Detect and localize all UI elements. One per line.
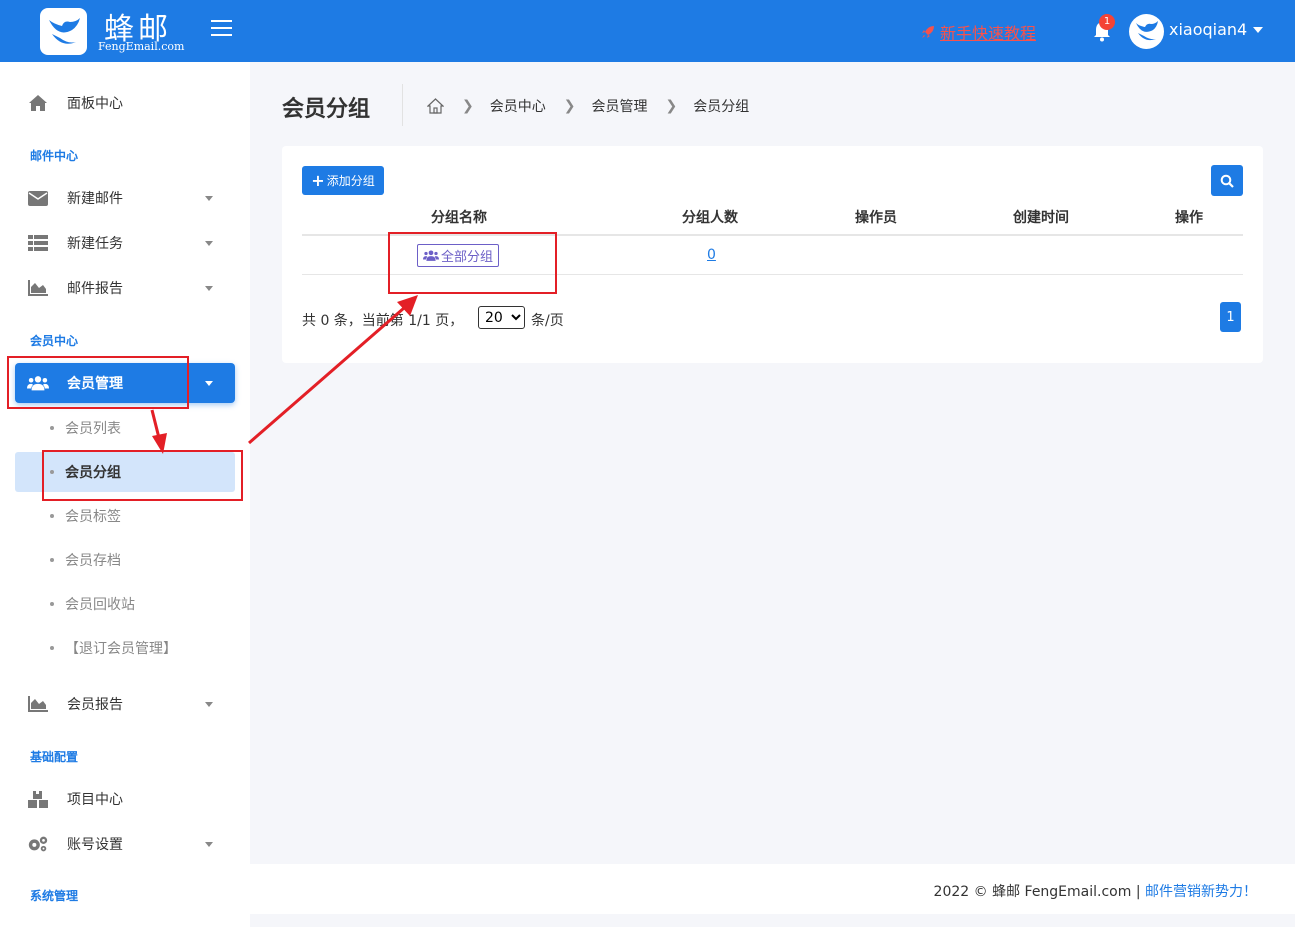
home-icon [27,93,49,113]
sidebar-subitem-member-recycle[interactable]: 会员回收站 [15,584,235,624]
sidebar-item-label: 新建邮件 [67,191,123,207]
user-menu[interactable]: xiaoqian4 [1169,20,1264,39]
add-group-button[interactable]: + 添加分组 [302,166,384,195]
sidebar-item-label: 会员报告 [67,697,123,713]
bullet-icon [50,426,54,430]
sidebar-subitem-label: 会员列表 [65,421,121,437]
brand-domain: FengEmail.com [98,40,185,53]
tutorial-link[interactable]: 新手快速教程 [920,20,1036,44]
top-bar: 蜂邮 FengEmail.com 新手快速教程 1 xiaoqian4 [0,0,1295,62]
pagination-summary: 共 0 条，当前第 1/1 页， [302,313,464,329]
breadcrumb-item: 会员分组 [693,99,750,115]
area-chart-icon [27,694,49,714]
sidebar-item-label: 面板中心 [67,96,123,112]
bullet-icon [50,514,54,518]
plus-icon: + [311,170,325,190]
avatar[interactable] [1129,14,1164,49]
bullet-icon [50,646,54,650]
section-title-member: 会员中心 [30,334,79,348]
list-icon [27,233,49,253]
chevron-down-icon [205,285,213,291]
sidebar-subitem-label: 会员回收站 [65,597,135,613]
breadcrumb: ❯ 会员中心 ❯ 会员管理 ❯ 会员分组 [427,96,749,116]
section-title-basic: 基础配置 [30,750,79,764]
add-group-label: 添加分组 [326,174,375,188]
footer-slogan: 邮件营销新势力！ [1145,884,1257,900]
chevron-down-icon [1253,26,1264,33]
column-header-name: 分组名称 [431,210,487,226]
username-label: xiaoqian4 [1169,20,1248,39]
page-size-select[interactable]: 20 [478,306,525,329]
column-header-created: 创建时间 [1013,210,1069,226]
page-button[interactable]: 1 [1220,302,1241,332]
sidebar-item-new-mail[interactable]: 新建邮件 [15,178,235,218]
bullet-icon [50,558,54,562]
sidebar-subitem-unsubscribe[interactable]: 【退订会员管理】 [15,628,235,668]
chevron-right-icon: ❯ [665,98,678,114]
chevron-down-icon [205,195,213,201]
section-title-mail: 邮件中心 [30,149,79,163]
sidebar-item-account-settings[interactable]: 账号设置 [15,824,235,864]
section-title-system: 系统管理 [30,889,79,903]
cubes-icon [27,789,49,809]
menu-toggle-icon[interactable] [211,20,233,40]
area-chart-icon [27,278,49,298]
page-title: 会员分组 [282,97,371,122]
sidebar-subitem-member-tag[interactable]: 会员标签 [15,496,235,536]
annotation-box-member-manage [7,356,189,409]
bullet-icon [50,602,54,606]
sidebar-subitem-label: 会员标签 [65,509,121,525]
sidebar-item-mail-report[interactable]: 邮件报告 [15,268,235,308]
footer-copyright: 2022 © 蜂邮 FengEmail.com | [933,884,1145,900]
sidebar-subitem-member-list[interactable]: 会员列表 [15,408,235,448]
chevron-right-icon: ❯ [563,98,576,114]
envelope-icon [27,188,49,208]
pagination-unit: 条/页 [531,313,564,329]
chevron-down-icon [205,841,213,847]
breadcrumb-item[interactable]: 会员中心 [490,96,546,116]
sidebar-item-project-center[interactable]: 项目中心 [15,779,235,819]
sidebar-item-label: 邮件报告 [67,281,123,297]
home-icon[interactable] [427,98,444,114]
footer-text: 2022 © 蜂邮 FengEmail.com | 邮件营销新势力！ [934,881,1257,901]
group-count-link[interactable]: 0 [707,247,716,263]
title-divider [402,84,403,126]
sidebar-item-member-report[interactable]: 会员报告 [15,684,235,724]
sidebar-subitem-label: 会员存档 [65,553,121,569]
column-header-operator: 操作员 [855,210,897,226]
chevron-down-icon [205,701,213,707]
sidebar-item-new-task[interactable]: 新建任务 [15,223,235,263]
sidebar-subitem-member-archive[interactable]: 会员存档 [15,540,235,580]
sidebar-item-label: 新建任务 [67,236,123,252]
search-icon [1220,174,1234,188]
breadcrumb-item[interactable]: 会员管理 [591,96,647,116]
annotation-box-all-groups [388,232,557,294]
search-button[interactable] [1211,165,1243,196]
annotation-box-member-group [42,450,243,501]
logo-icon[interactable] [40,8,87,55]
notification-badge: 1 [1099,14,1115,30]
sidebar-subitem-label: 【退订会员管理】 [65,641,177,657]
column-header-count: 分组人数 [682,210,738,226]
tutorial-label: 新手快速教程 [940,24,1037,43]
sidebar-item-label: 账号设置 [67,837,123,853]
gears-icon [27,834,49,854]
column-header-action: 操作 [1175,210,1203,226]
chevron-down-icon [205,240,213,246]
chevron-right-icon: ❯ [462,98,474,114]
sidebar-item-dashboard[interactable]: 面板中心 [15,83,235,123]
sidebar-item-label: 项目中心 [67,792,123,808]
chevron-down-icon [205,380,213,386]
rocket-icon [922,26,934,38]
footer: 2022 © 蜂邮 FengEmail.com | 邮件营销新势力！ [250,864,1295,914]
